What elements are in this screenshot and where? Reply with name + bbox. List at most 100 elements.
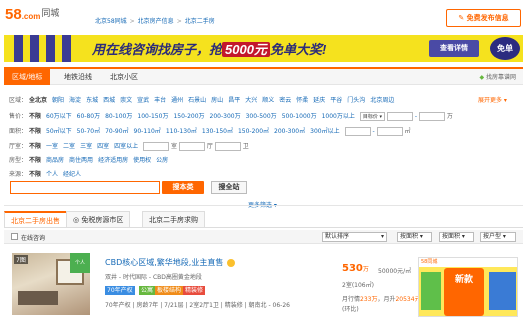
- search-all-button[interactable]: 搜全站: [211, 181, 247, 194]
- filter-price-item[interactable]: 100-150万: [137, 113, 168, 120]
- search-category-button[interactable]: 搜本类: [162, 181, 204, 194]
- banner-detail-button[interactable]: 查看详情: [429, 40, 479, 57]
- filter-area-item[interactable]: 平谷: [330, 97, 342, 104]
- tab-community[interactable]: 北京小区: [102, 69, 146, 85]
- filter-room-item[interactable]: 三室: [80, 143, 92, 150]
- filter-price-all[interactable]: 不限: [29, 113, 41, 120]
- filter-size-item[interactable]: 110-130㎡: [166, 128, 197, 135]
- listing-photo[interactable]: 7图 个人: [12, 253, 90, 315]
- filter-size-item[interactable]: 300㎡以上: [310, 128, 339, 135]
- filter-area-item[interactable]: 顺义: [262, 97, 274, 104]
- filter-price-item[interactable]: 1000万以上: [322, 113, 355, 120]
- filter-area-item[interactable]: 宣武: [137, 97, 149, 104]
- filter-size-item[interactable]: 200-300㎡: [274, 128, 305, 135]
- unit-price: 50000元/㎡: [378, 268, 412, 275]
- listing-stats: 月行情233万，月升20534元: [342, 296, 421, 303]
- listing-price: 530万: [342, 263, 369, 274]
- filter-area-item[interactable]: 延庆: [313, 97, 325, 104]
- filter-size-all[interactable]: 不限: [29, 128, 41, 135]
- post-icon: ✎: [458, 14, 467, 22]
- breadcrumb-home[interactable]: 北京58同城: [95, 18, 127, 25]
- tab-area[interactable]: 区域/地标: [4, 69, 51, 85]
- divider: [4, 205, 523, 206]
- breadcrumb-house[interactable]: 北京房产信息: [138, 18, 174, 25]
- filter-type-item[interactable]: 商住两用: [69, 157, 93, 164]
- sort-room-select[interactable]: 按户型 ▾: [480, 232, 516, 242]
- price-max-input[interactable]: [418, 112, 445, 121]
- filter-size-item[interactable]: 90-110㎡: [134, 128, 161, 135]
- filter-area-item[interactable]: 东城: [86, 97, 98, 104]
- banner-text: 用在线咨询找房子，抢 5000元 免单大奖!: [92, 42, 327, 57]
- tab-subway[interactable]: 地铁沿线: [56, 69, 100, 85]
- filter-source-item[interactable]: 经纪人: [63, 171, 81, 178]
- filter-price-item[interactable]: 60-80万: [77, 113, 100, 120]
- filter-area-item[interactable]: 石景山: [188, 97, 206, 104]
- logo[interactable]: 58.com同城: [5, 6, 59, 23]
- filter-type-all[interactable]: 不限: [29, 157, 41, 164]
- filter-type-row: 房型： 不限 商品房 商住两用 经济适用房 使用权 公房: [9, 157, 169, 164]
- tab-wanted[interactable]: 北京二手房求购: [142, 211, 205, 227]
- filter-area-item[interactable]: 海淀: [69, 97, 81, 104]
- filter-price-item[interactable]: 80-100万: [105, 113, 132, 120]
- room-input[interactable]: [143, 142, 170, 151]
- filter-size-item[interactable]: 130-150㎡: [202, 128, 233, 135]
- filter-area-item[interactable]: 通州: [171, 97, 183, 104]
- sort-size-select[interactable]: 按面积 ▾: [439, 232, 474, 242]
- size-max-input[interactable]: [376, 127, 403, 136]
- filter-source-item[interactable]: 个人: [46, 171, 58, 178]
- filter-area-item[interactable]: 朝阳: [52, 97, 64, 104]
- filter-price-item[interactable]: 200-300万: [210, 113, 241, 120]
- post-free-button[interactable]: ✎ 免费发布信息: [446, 9, 521, 27]
- filter-type-item[interactable]: 使用权: [133, 157, 151, 164]
- filter-room-item[interactable]: 一室: [46, 143, 58, 150]
- filter-area-item[interactable]: 房山: [211, 97, 223, 104]
- filter-room-item[interactable]: 四室: [97, 143, 109, 150]
- filter-area-all[interactable]: 全北京: [29, 97, 47, 104]
- filter-room-item[interactable]: 二室: [63, 143, 75, 150]
- filter-area-item[interactable]: 门头沟: [347, 97, 365, 104]
- filter-type-item[interactable]: 公房: [156, 157, 168, 164]
- listing-tag: 70年产权: [105, 286, 135, 295]
- filter-area-item[interactable]: 丰台: [154, 97, 166, 104]
- filter-area-item[interactable]: 怀柔: [296, 97, 308, 104]
- filter-type-item[interactable]: 商品房: [46, 157, 64, 164]
- hall-input[interactable]: [178, 142, 205, 151]
- filter-price-item[interactable]: 300-500万: [246, 113, 277, 120]
- tab-sale[interactable]: 北京二手房出售: [4, 211, 67, 227]
- bath-input[interactable]: [214, 142, 241, 151]
- agent-link[interactable]: ◆ 找房靠谱网: [479, 72, 516, 81]
- filter-area-item[interactable]: 密云: [279, 97, 291, 104]
- filter-area-item[interactable]: 北京周边: [370, 97, 394, 104]
- promo-banner[interactable]: 用在线咨询找房子，抢 5000元 免单大奖! 查看详情 免单: [4, 35, 523, 62]
- listing-tag: 精装修: [183, 286, 206, 295]
- filter-area-item[interactable]: 西城: [103, 97, 115, 104]
- filter-price-item[interactable]: 150-200万: [173, 113, 204, 120]
- filter-size-item[interactable]: 70-90㎡: [105, 128, 128, 135]
- breadcrumb-second-hand[interactable]: 北京二手房: [185, 18, 215, 25]
- filter-room-row: 厅室： 不限 一室 二室 三室 四室 四室以上 室 厅 卫: [9, 142, 249, 151]
- listing-title[interactable]: CBD核心区域,繁华地段,业主直售: [105, 257, 235, 268]
- search-input[interactable]: [10, 181, 160, 194]
- sort-price-select[interactable]: 按面积 ▾: [397, 232, 432, 242]
- sort-select[interactable]: 默认排序 ▾: [322, 232, 387, 242]
- filter-area-item[interactable]: 大兴: [245, 97, 257, 104]
- filter-room-all[interactable]: 不限: [29, 143, 41, 150]
- filter-size-item[interactable]: 150-200㎡: [238, 128, 269, 135]
- price-min-input[interactable]: [386, 112, 413, 121]
- filter-area-item[interactable]: 崇文: [120, 97, 132, 104]
- filter-price-item[interactable]: 60万以下: [46, 113, 72, 120]
- size-min-input[interactable]: [344, 127, 371, 136]
- filter-source-all[interactable]: 不限: [29, 171, 41, 178]
- filter-size-item[interactable]: 50㎡以下: [46, 128, 72, 135]
- side-ad[interactable]: 58同城 新款: [418, 257, 518, 317]
- filter-room-item[interactable]: 四室以上: [114, 143, 138, 150]
- tab-tax-free[interactable]: ◎ 免税房源市区: [66, 211, 131, 227]
- filter-type-item[interactable]: 经济适用房: [98, 157, 128, 164]
- filter-size-item[interactable]: 50-70㎡: [77, 128, 100, 135]
- filter-price-item[interactable]: 500-1000万: [282, 113, 317, 120]
- expand-more-link[interactable]: 展开更多 ▾: [478, 95, 507, 104]
- online-checkbox[interactable]: [11, 233, 18, 240]
- price-select[interactable]: 目标价 ▾: [359, 112, 385, 121]
- filter-area-item[interactable]: 昌平: [228, 97, 240, 104]
- listing-subtitle: 双井 - 时代国际 - CBD高圈黄金地段: [105, 274, 202, 281]
